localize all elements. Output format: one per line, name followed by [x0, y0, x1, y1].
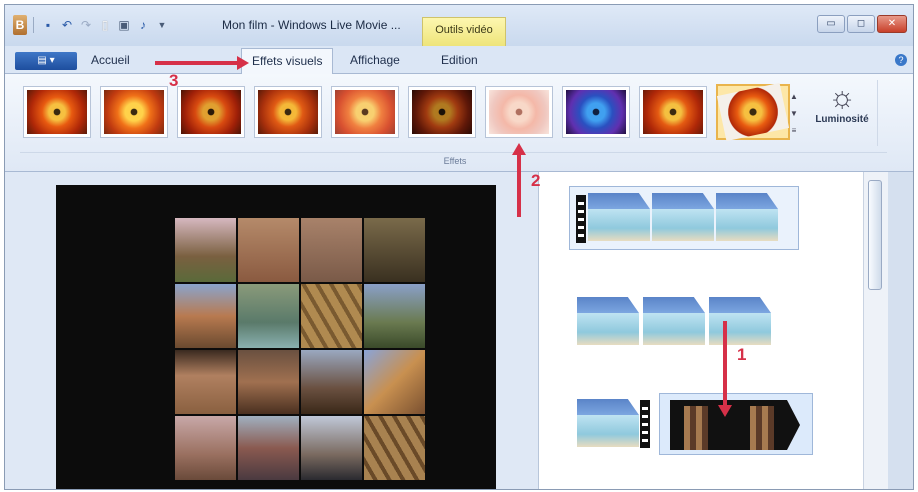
ribbon-effects: ▲ ▼ ≡ ☼ Luminosité Effets	[5, 74, 913, 172]
photo-tile	[175, 218, 236, 282]
chevron-up-icon[interactable]: ▲	[789, 88, 799, 105]
annotation-arrowhead-3	[237, 56, 249, 70]
close-button[interactable]: ✕	[877, 15, 907, 33]
effect-thumb[interactable]	[100, 86, 168, 138]
luminosity-button[interactable]: ☼ Luminosité	[809, 81, 875, 126]
chevron-down-icon[interactable]: ▼	[789, 105, 799, 122]
photo-tile	[301, 416, 362, 480]
ribbon-group-label: Effets	[443, 156, 467, 166]
movie-maker-window: B ▪ ↶ ↷ ▯ ▣ ♪ ▼ Mon film - Windows Live …	[4, 4, 914, 490]
photo-tile	[175, 284, 236, 348]
storyboard-clip[interactable]	[577, 292, 797, 350]
effect-thumb[interactable]	[254, 86, 322, 138]
tab-edition[interactable]: Edition	[441, 53, 478, 67]
mini-tile	[684, 428, 708, 450]
annotation-number-1: 1	[737, 345, 747, 364]
photo-tile	[175, 416, 236, 480]
storyboard-clip[interactable]	[569, 186, 799, 250]
screen-icon[interactable]: ▣	[116, 17, 132, 33]
scroll-thumb[interactable]	[868, 180, 882, 290]
mini-tile	[750, 428, 774, 450]
effect-thumb[interactable]	[639, 86, 707, 138]
tab-effets-visuels[interactable]: Effets visuels	[241, 48, 334, 75]
dropdown-icon[interactable]: ▼	[154, 17, 170, 33]
sun-icon: ☼	[828, 81, 856, 114]
ribbon-separator	[877, 80, 878, 146]
window-title: Mon film - Windows Live Movie ...	[222, 18, 401, 32]
photo-tile	[175, 350, 236, 414]
photo-tile	[238, 218, 299, 282]
window-controls: ▭ ◻ ✕	[817, 15, 907, 33]
transition-clip[interactable]	[659, 393, 813, 455]
filmstrip-icon	[640, 400, 650, 448]
effect-thumb[interactable]	[177, 86, 245, 138]
gallery-scroll[interactable]: ▲ ▼ ≡	[789, 88, 799, 140]
photo-tile	[238, 416, 299, 480]
photo-tile	[364, 416, 425, 480]
annotation-arrowhead-2	[512, 143, 526, 155]
help-icon[interactable]: ?	[895, 54, 907, 66]
music-icon[interactable]: ♪	[135, 17, 151, 33]
group-separator	[20, 152, 887, 153]
clip-frame	[716, 193, 778, 241]
clip-frame	[588, 193, 650, 241]
gallery-more-icon[interactable]: ≡	[789, 122, 799, 139]
effect-thumb[interactable]	[23, 86, 91, 138]
undo-icon[interactable]: ↶	[59, 17, 75, 33]
clip-frame	[643, 297, 705, 345]
title-bar: B ▪ ↶ ↷ ▯ ▣ ♪ ▼ Mon film - Windows Live …	[5, 5, 913, 46]
photo-tile	[364, 284, 425, 348]
annotation-number-3: 3	[169, 71, 179, 90]
luminosity-label: Luminosité	[815, 114, 869, 125]
tab-affichage[interactable]: Affichage	[350, 53, 400, 67]
mini-tile	[750, 406, 774, 428]
preview-pane	[5, 172, 538, 489]
clip-frame	[709, 297, 771, 345]
workspace	[5, 172, 913, 489]
annotation-arrowhead-1	[718, 405, 732, 417]
transition-preview	[670, 400, 800, 450]
new-icon[interactable]: ▯	[97, 17, 113, 33]
storyboard-scrollbar[interactable]	[863, 172, 888, 489]
effect-thumb-selected[interactable]	[716, 82, 790, 142]
photo-tile	[238, 350, 299, 414]
filmstrip-icon	[576, 195, 586, 243]
annotation-arrow-3	[155, 61, 239, 65]
context-tab-video-tools: Outils vidéo	[422, 17, 506, 46]
photo-tile	[364, 350, 425, 414]
photo-tile	[238, 284, 299, 348]
maximize-button[interactable]: ◻	[847, 15, 875, 33]
annotation-arrow-2	[517, 153, 521, 217]
effect-thumb[interactable]	[485, 86, 553, 138]
tab-accueil[interactable]: Accueil	[91, 53, 130, 67]
qat-separator	[33, 17, 34, 33]
ribbon-tab-bar: ▤ ▾ Accueil Effets visuels Affichage Edi…	[5, 46, 913, 75]
app-icon[interactable]: B	[13, 15, 27, 35]
clip-frame	[577, 399, 639, 447]
minimize-button[interactable]: ▭	[817, 15, 845, 33]
effect-thumb[interactable]	[408, 86, 476, 138]
mini-tile	[684, 406, 708, 428]
save-icon[interactable]: ▪	[40, 17, 56, 33]
mosaic-image	[175, 218, 425, 480]
annotation-number-2: 2	[531, 171, 541, 190]
effects-gallery	[23, 82, 791, 142]
quick-access-toolbar: B ▪ ↶ ↷ ▯ ▣ ♪ ▼	[13, 15, 170, 35]
photo-tile	[301, 350, 362, 414]
effect-thumb[interactable]	[331, 86, 399, 138]
redo-icon[interactable]: ↷	[78, 17, 94, 33]
photo-tile	[301, 218, 362, 282]
clip-frame	[577, 297, 639, 345]
photo-tile	[301, 284, 362, 348]
effect-thumb[interactable]	[562, 86, 630, 138]
annotation-arrow-1	[723, 321, 727, 407]
app-menu-button[interactable]: ▤ ▾	[15, 52, 77, 70]
photo-tile	[364, 218, 425, 282]
clip-frame	[652, 193, 714, 241]
video-preview[interactable]	[56, 185, 496, 489]
